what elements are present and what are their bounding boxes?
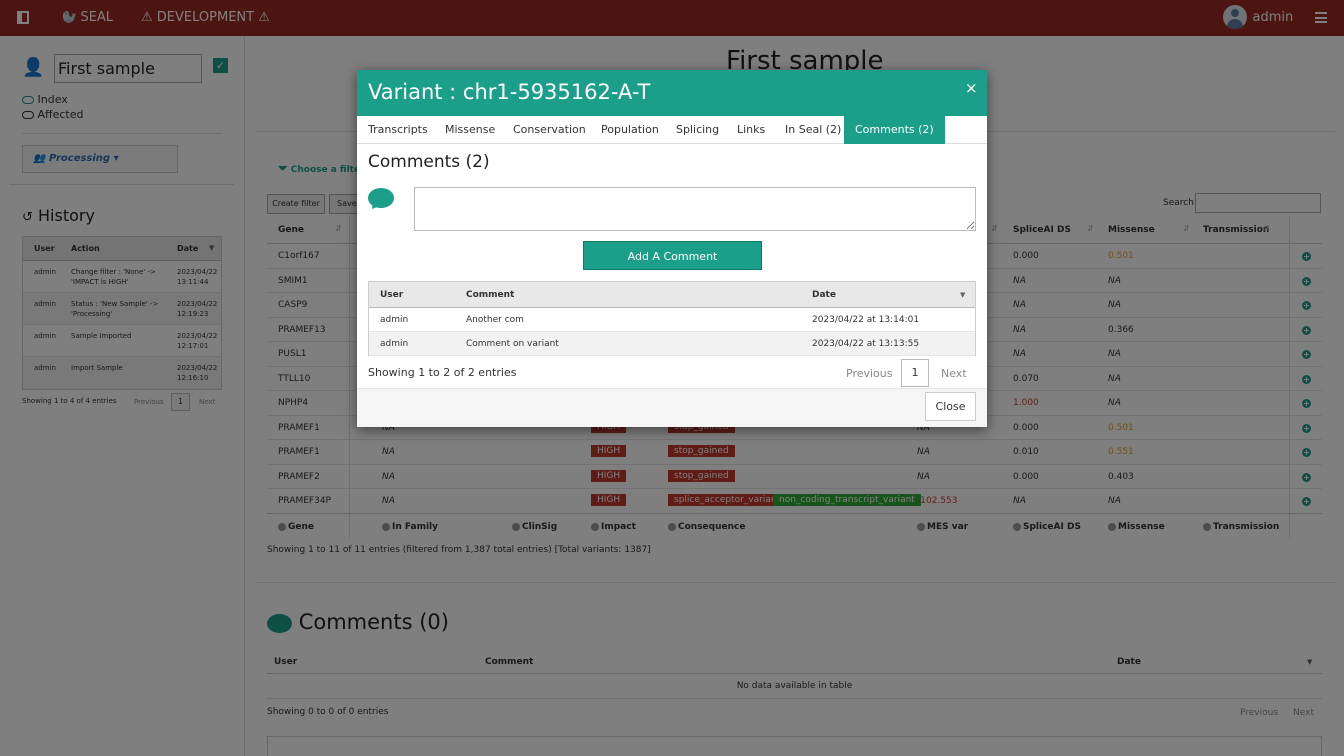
modal-info: Showing 1 to 2 of 2 entries	[368, 366, 517, 379]
modal-close-button[interactable]: Close	[925, 392, 976, 421]
comment-text: Another com	[466, 315, 524, 325]
modal-col-date[interactable]: Date	[812, 290, 836, 300]
modal-section-title: Comments (2)	[368, 152, 490, 172]
sort-icon: ▼	[960, 291, 966, 299]
tab-comments[interactable]: Comments (2)	[844, 116, 945, 144]
comment-row: admin Comment on variant 2023/04/22 at 1…	[369, 332, 975, 356]
comment-user: admin	[380, 339, 409, 349]
comment-textarea[interactable]	[414, 187, 976, 231]
modal-footer	[357, 388, 987, 427]
tab-in-seal[interactable]: In Seal (2)	[774, 116, 852, 144]
tab-population[interactable]: Population	[590, 116, 670, 144]
tab-missense[interactable]: Missense	[434, 116, 506, 144]
add-comment-button[interactable]: Add A Comment	[583, 241, 762, 270]
tab-links[interactable]: Links	[726, 116, 776, 144]
tab-transcripts[interactable]: Transcripts	[357, 116, 439, 144]
modal-header: Variant : chr1-5935162-A-T ×	[357, 70, 987, 116]
modal-next[interactable]: Next	[941, 367, 967, 380]
comment-row: admin Another com 2023/04/22 at 13:14:01	[369, 308, 975, 332]
comment-text: Comment on variant	[466, 339, 559, 349]
modal-prev[interactable]: Previous	[846, 367, 893, 380]
comment-date: 2023/04/22 at 13:13:55	[812, 339, 920, 349]
modal-title: Variant : chr1-5935162-A-T	[368, 80, 651, 104]
variant-modal: Variant : chr1-5935162-A-T × Transcripts…	[357, 70, 987, 427]
modal-col-user[interactable]: User	[380, 290, 403, 300]
modal-comments-table: User Comment Date ▼ admin Another com 20…	[368, 281, 976, 356]
modal-header-row: User Comment Date ▼	[369, 282, 975, 308]
modal-col-comment[interactable]: Comment	[466, 290, 514, 300]
comment-date: 2023/04/22 at 13:14:01	[812, 315, 920, 325]
comment-user: admin	[380, 315, 409, 325]
tab-splicing[interactable]: Splicing	[665, 116, 730, 144]
modal-page-1[interactable]: 1	[901, 359, 929, 387]
tab-conservation[interactable]: Conservation	[502, 116, 597, 144]
modal-close-icon[interactable]: ×	[965, 79, 978, 97]
modal-tabs: Transcripts Missense Conservation Populatio…	[357, 116, 987, 144]
